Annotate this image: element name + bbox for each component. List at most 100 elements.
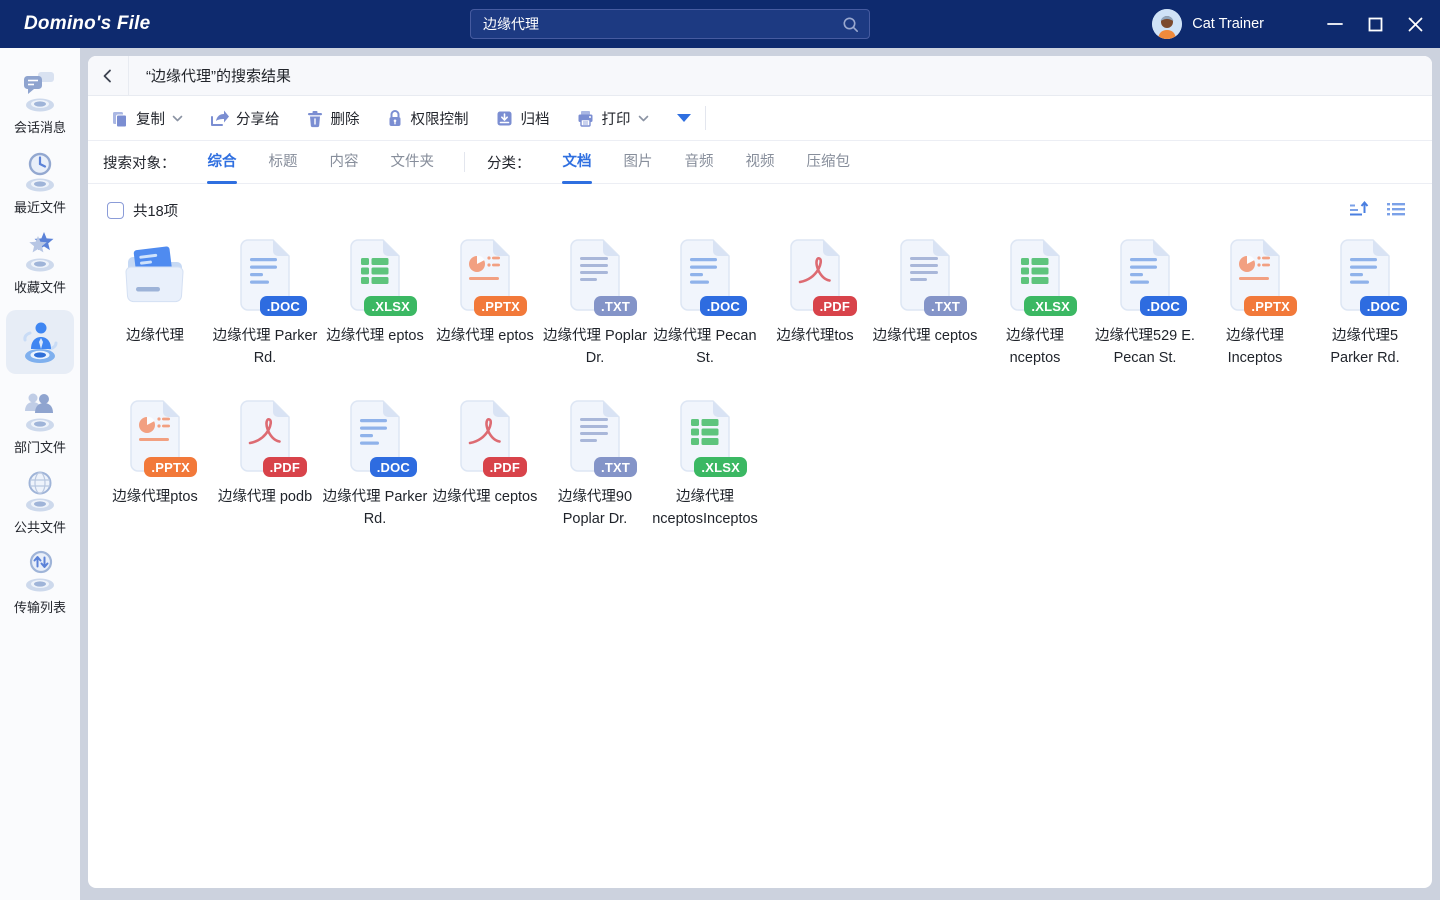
copy-icon	[110, 109, 129, 128]
search-input[interactable]	[471, 16, 842, 32]
file-item[interactable]: .DOC边缘代理529 E. Pecan St.	[1090, 238, 1200, 369]
sidebar-item-label: 收藏文件	[14, 277, 66, 296]
file-icon-wrap: .TXT	[559, 399, 631, 479]
toolbar-button-label: 权限控制	[411, 108, 469, 129]
select-all-checkbox[interactable]	[107, 202, 124, 219]
file-icon-wrap: .DOC	[339, 399, 411, 479]
global-search[interactable]	[470, 9, 870, 39]
search-icon[interactable]	[842, 16, 859, 33]
toolbar-button-label: 复制	[136, 108, 165, 129]
file-item[interactable]: .XLSX边缘代理nceptosInceptos	[650, 399, 760, 530]
file-item[interactable]: .TXT 边缘代理 ceptos	[870, 238, 980, 369]
filetype-badge: .PDF	[483, 457, 527, 477]
maximize-button[interactable]	[1364, 0, 1386, 48]
main-panel: “边缘代理”的搜索结果 复制分享给删除权限控制归档打印 搜索对象：综合标题内容文…	[88, 56, 1432, 888]
file-item[interactable]: .DOC边缘代理 Pecan St.	[650, 238, 760, 369]
file-item[interactable]: .DOC 边缘代理 Parker Rd.	[210, 238, 320, 369]
file-item[interactable]: .PPTX 边缘代理 eptos	[430, 238, 540, 369]
user-name[interactable]: Cat Trainer	[1192, 16, 1264, 32]
filetype-badge: .DOC	[260, 296, 307, 316]
more-actions-caret-icon[interactable]	[677, 114, 691, 122]
file-name: 边缘代理ptos	[112, 486, 197, 508]
toolbar-button-label: 归档	[521, 108, 550, 129]
file-icon-wrap: .DOC	[669, 238, 741, 318]
sidebar-item-会话消息[interactable]: 会话消息	[6, 62, 74, 142]
sidebar-item-label: 部门文件	[14, 437, 66, 456]
topbar-right: Cat Trainer	[1152, 0, 1426, 48]
toolbar-button-复制[interactable]: 复制	[110, 108, 183, 129]
filetype-badge: .DOC	[370, 457, 417, 477]
back-button[interactable]	[88, 56, 128, 96]
sidebar-item-personal-files[interactable]	[6, 310, 74, 374]
sidebar-item-公共文件[interactable]: 公共文件	[6, 462, 74, 542]
filetype-badge: .TXT	[594, 457, 637, 477]
app-title: Domino's File	[24, 13, 150, 35]
file-name: 边缘代理 ceptos	[873, 325, 978, 347]
filetype-badge: .TXT	[594, 296, 637, 316]
category-tab-文档[interactable]: 文档	[563, 141, 592, 184]
category-tab-音频[interactable]: 音频	[685, 141, 714, 184]
file-name: 边缘代理 ceptos	[433, 486, 538, 508]
file-icon-wrap: .PPTX	[449, 238, 521, 318]
minimize-button[interactable]	[1324, 0, 1346, 48]
sort-icon[interactable]	[1349, 200, 1369, 223]
filetype-badge: .PPTX	[1244, 296, 1297, 316]
target-tab-文件夹[interactable]: 文件夹	[391, 141, 435, 184]
sidebar-item-传输列表[interactable]: 传输列表	[6, 542, 74, 622]
file-name: 边缘代理nceptosInceptos	[652, 486, 758, 530]
file-item[interactable]: .XLSX边缘代理 nceptos	[980, 238, 1090, 369]
target-tab-标题[interactable]: 标题	[269, 141, 298, 184]
category-tab-图片[interactable]: 图片	[624, 141, 653, 184]
file-name: 边缘代理 eptos	[436, 325, 534, 347]
file-item[interactable]: .PDF 边缘代理 podb	[210, 399, 320, 530]
file-item[interactable]: .XLSX边缘代理 eptos	[320, 238, 430, 369]
sidebar-item-部门文件[interactable]: 部门文件	[6, 382, 74, 462]
file-name: 边缘代理529 E. Pecan St.	[1092, 325, 1198, 369]
folder-item[interactable]: 边缘代理	[100, 238, 210, 369]
file-icon-wrap: .PDF	[779, 238, 851, 318]
file-item[interactable]: .DOC边缘代理5 Parker Rd.	[1310, 238, 1420, 369]
avatar[interactable]	[1152, 9, 1182, 39]
file-icon-wrap: .TXT	[889, 238, 961, 318]
sidebar-item-最近文件[interactable]: 最近文件	[6, 142, 74, 222]
count-row: 共18项	[88, 194, 1432, 226]
file-item[interactable]: .TXT 边缘代理 Poplar Dr.	[540, 238, 650, 369]
file-item[interactable]: .PPTX 边缘代理 Inceptos	[1200, 238, 1310, 369]
file-icon-wrap: .TXT	[559, 238, 631, 318]
file-name: 边缘代理 podb	[218, 486, 312, 508]
globe-icon	[18, 468, 62, 514]
file-item[interactable]: .TXT边缘代理90 Poplar Dr.	[540, 399, 650, 530]
toolbar-button-分享给[interactable]: 分享给	[209, 108, 280, 129]
file-item[interactable]: .PPTX 边缘代理ptos	[100, 399, 210, 530]
category-tab-视频[interactable]: 视频	[746, 141, 775, 184]
target-tab-内容[interactable]: 内容	[330, 141, 359, 184]
toolbar-button-打印[interactable]: 打印	[576, 108, 649, 129]
close-button[interactable]	[1404, 0, 1426, 48]
file-name: 边缘代理 Poplar Dr.	[542, 325, 648, 369]
printer-icon	[576, 109, 595, 128]
file-item[interactable]: .PDF边缘代理tos	[760, 238, 870, 369]
transfer-icon	[18, 548, 62, 594]
target-tab-综合[interactable]: 综合	[208, 141, 237, 184]
sidebar-item-收藏文件[interactable]: 收藏文件	[6, 222, 74, 302]
file-icon-wrap: .PDF	[449, 399, 521, 479]
file-name: 边缘代理 nceptos	[982, 325, 1088, 369]
file-name: 边缘代理5 Parker Rd.	[1312, 325, 1418, 369]
toolbar-button-权限控制[interactable]: 权限控制	[386, 108, 469, 129]
toolbar: 复制 分享给 删除 权限控制 归档 打印	[88, 96, 1432, 141]
list-view-icon[interactable]	[1386, 200, 1406, 223]
file-name: 边缘代理 Inceptos	[1202, 325, 1308, 369]
toolbar-button-归档[interactable]: 归档	[495, 108, 550, 129]
filetype-badge: .PPTX	[144, 457, 197, 477]
file-icon-wrap: .PDF	[229, 399, 301, 479]
file-item[interactable]: .DOC 边缘代理 Parker Rd.	[320, 399, 430, 530]
team-icon	[18, 388, 62, 434]
file-name: 边缘代理 Parker Rd.	[212, 325, 318, 369]
results-header: “边缘代理”的搜索结果	[88, 56, 1432, 96]
search-target-label: 搜索对象：	[103, 152, 176, 173]
category-tab-压缩包[interactable]: 压缩包	[807, 141, 851, 184]
file-item[interactable]: .PDF 边缘代理 ceptos	[430, 399, 540, 530]
toolbar-button-删除[interactable]: 删除	[306, 108, 360, 129]
file-name: 边缘代理 Parker Rd.	[322, 486, 428, 530]
share-icon	[209, 109, 229, 128]
